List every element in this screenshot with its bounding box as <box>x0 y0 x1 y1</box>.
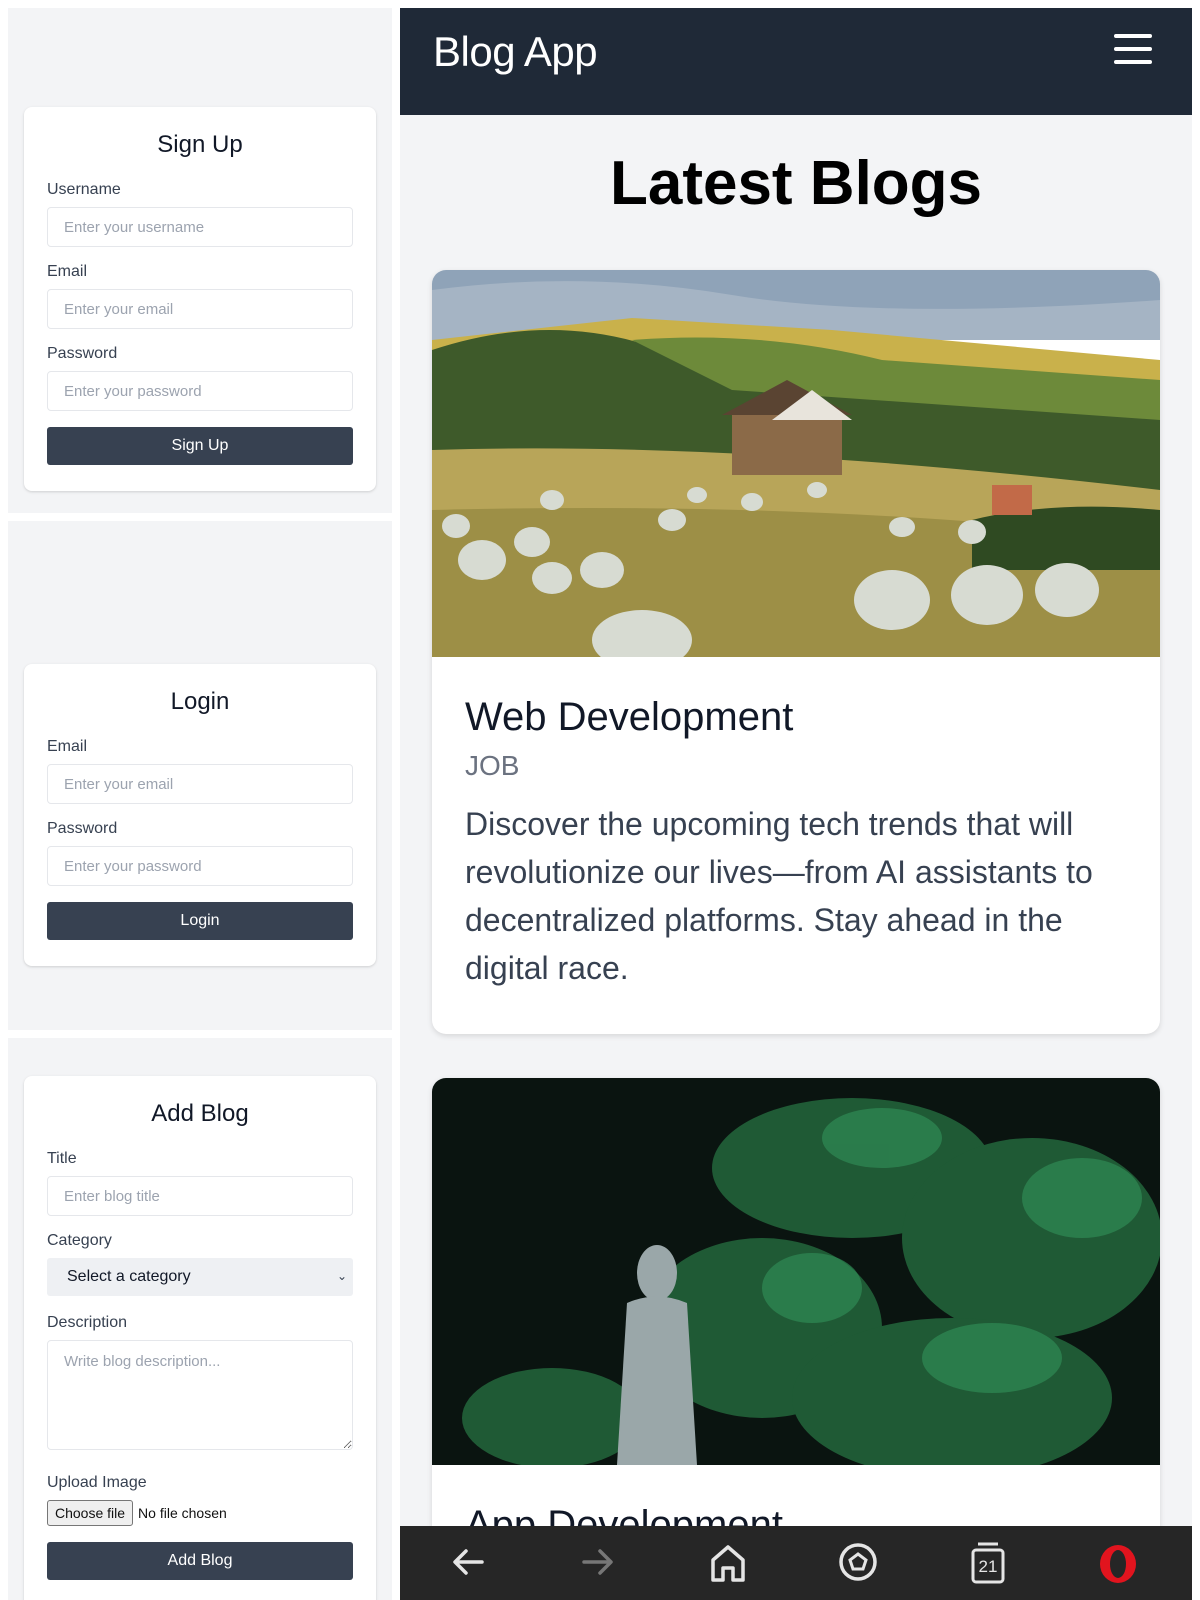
login-title: Login <box>170 688 230 715</box>
blog-category: JOB <box>465 750 520 781</box>
file-input: Choose file No file chosen <box>47 1500 353 1526</box>
signup-email-input[interactable] <box>47 289 353 329</box>
app-bar: Blog App <box>400 8 1192 115</box>
blog-image-statue <box>432 1078 1160 1465</box>
opera-icon[interactable] <box>1096 1540 1140 1592</box>
file-status: No file chosen <box>138 1505 227 1521</box>
blog-card[interactable]: Web Development JOB Discover the upcomin… <box>432 270 1160 1034</box>
hamburger-menu-icon[interactable] <box>1114 34 1152 64</box>
login-email-input[interactable] <box>47 764 353 804</box>
page-heading: Latest Blogs <box>609 149 983 218</box>
username-label: Username <box>47 181 121 198</box>
blog-card[interactable]: App Development <box>432 1078 1160 1600</box>
blog-title-label: Title <box>47 1150 77 1167</box>
chevron-down-icon: ⌄ <box>336 1269 347 1283</box>
browser-nav-bar: 21 <box>400 1526 1192 1600</box>
signup-password-input[interactable] <box>47 371 353 411</box>
add-blog-button[interactable]: Add Blog <box>47 1542 353 1580</box>
tabs-icon[interactable]: 21 <box>966 1540 1010 1592</box>
description-label: Description <box>47 1314 128 1331</box>
tab-count: 21 <box>978 1557 998 1576</box>
signup-password-label: Password <box>47 345 118 362</box>
login-panel: Login Email Password Login <box>8 521 392 1030</box>
blog-image-farm <box>432 270 1160 657</box>
add-blog-panel: Add Blog Title Category Select a categor… <box>8 1038 392 1600</box>
upload-image-label: Upload Image <box>47 1474 147 1491</box>
add-blog-card: Add Blog Title Category Select a categor… <box>24 1076 376 1600</box>
login-password-input[interactable] <box>47 846 353 886</box>
login-password-label: Password <box>47 820 118 837</box>
app-title: Blog App <box>433 28 598 75</box>
category-select[interactable]: Select a category ⌄ <box>47 1258 353 1296</box>
signup-email-label: Email <box>47 263 88 280</box>
category-label: Category <box>47 1232 112 1249</box>
add-blog-title: Add Blog <box>151 1100 249 1127</box>
home-icon[interactable] <box>706 1540 750 1592</box>
blog-description: Discover the upcoming tech trends that w… <box>465 806 1093 986</box>
login-email-label: Email <box>47 738 88 755</box>
blog-body: Web Development JOB Discover the upcomin… <box>432 657 1160 1024</box>
username-input[interactable] <box>47 207 353 247</box>
speed-dial-icon[interactable] <box>836 1540 880 1592</box>
blog-title-input[interactable] <box>47 1176 353 1216</box>
signup-card: Sign Up Username Email Password Sign Up <box>24 107 376 491</box>
category-select-value: Select a category <box>67 1268 191 1285</box>
login-button[interactable]: Login <box>47 902 353 940</box>
blog-title: Web Development <box>465 695 794 739</box>
description-textarea[interactable] <box>47 1340 353 1450</box>
choose-file-button[interactable]: Choose file <box>47 1500 134 1526</box>
forward-arrow-icon[interactable] <box>576 1540 620 1592</box>
blog-app-screen: Blog App Latest Blogs Web Development JO… <box>400 8 1192 1600</box>
signup-title: Sign Up <box>157 131 243 158</box>
signup-panel: Sign Up Username Email Password Sign Up <box>8 8 392 513</box>
login-card: Login Email Password Login <box>24 664 376 966</box>
signup-button[interactable]: Sign Up <box>47 427 353 465</box>
back-arrow-icon[interactable] <box>446 1540 490 1592</box>
